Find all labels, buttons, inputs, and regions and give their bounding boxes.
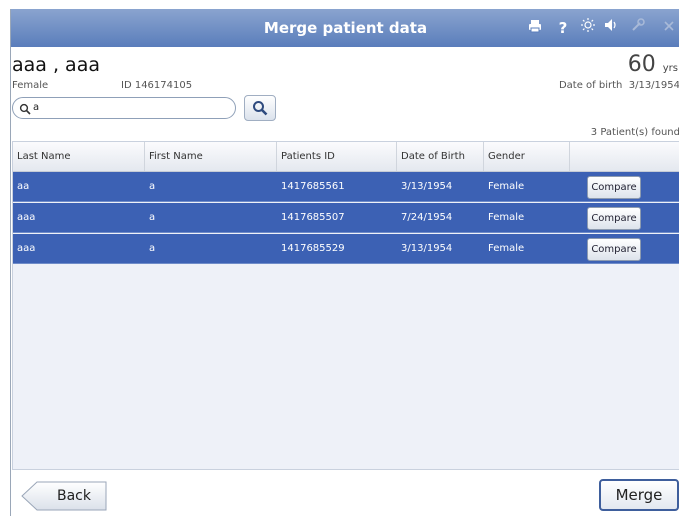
brightness-icon[interactable] (579, 18, 597, 38)
column-header-dob[interactable]: Date of Birth (397, 142, 484, 171)
cell-last-name: aa (17, 181, 30, 192)
back-label: Back (57, 488, 91, 504)
column-header-last-name[interactable]: Last Name (13, 142, 145, 171)
cell-patient-id: 1417685529 (281, 243, 345, 254)
search-icon (252, 100, 268, 120)
patient-table: Last Name First Name Patients ID Date of… (12, 141, 679, 470)
cell-first-name: a (149, 212, 156, 223)
patient-dob: Date of birth 3/13/1954 (559, 80, 679, 91)
cell-dob: 7/24/1954 (401, 212, 453, 223)
results-count: 3 Patient(s) found (590, 127, 679, 138)
cell-dob: 3/13/1954 (401, 243, 453, 254)
table-header: Last Name First Name Patients ID Date of… (13, 142, 679, 172)
patient-name: aaa , aaa (12, 54, 100, 76)
wrench-icon (629, 18, 647, 38)
column-header-gender[interactable]: Gender (484, 142, 570, 171)
cell-first-name: a (149, 243, 156, 254)
dob-value: 3/13/1954 (628, 80, 679, 91)
cell-last-name: aaa (17, 212, 36, 223)
cell-dob: 3/13/1954 (401, 181, 453, 192)
volume-icon[interactable] (603, 18, 621, 38)
help-icon[interactable]: ? (554, 18, 572, 38)
patient-id: ID 146174105 (121, 80, 193, 91)
search-input[interactable] (33, 100, 223, 115)
compare-button[interactable]: Compare (587, 238, 641, 261)
cell-patient-id: 1417685507 (281, 212, 345, 223)
search-field[interactable] (12, 97, 236, 119)
age-unit: yrs (662, 63, 678, 74)
cell-gender: Female (488, 212, 525, 223)
compare-button[interactable]: Compare (587, 176, 641, 199)
cell-gender: Female (488, 181, 525, 192)
title-bar: Merge patient data ? (11, 9, 679, 47)
merge-button[interactable]: Merge (599, 479, 679, 511)
cell-first-name: a (149, 181, 156, 192)
column-header-patient-id[interactable]: Patients ID (277, 142, 397, 171)
back-button[interactable]: Back (21, 481, 107, 511)
cell-gender: Female (488, 243, 525, 254)
cell-patient-id: 1417685561 (281, 181, 345, 192)
table-row[interactable]: aaa a 1417685529 3/13/1954 Female Compar… (13, 234, 679, 264)
column-header-first-name[interactable]: First Name (145, 142, 277, 171)
table-row[interactable]: aaa a 1417685507 7/24/1954 Female Compar… (13, 203, 679, 233)
search-icon (19, 100, 33, 115)
column-header-action (570, 142, 679, 171)
close-icon[interactable] (660, 18, 678, 38)
dob-label: Date of birth (558, 80, 623, 91)
merge-dialog: Merge patient data ? aaa , aaa Female ID… (10, 9, 679, 516)
age-value: 60 (627, 52, 656, 77)
patient-age: 60 yrs (628, 52, 678, 77)
table-row[interactable]: aa a 1417685561 3/13/1954 Female Compare (13, 172, 679, 202)
patient-gender: Female (12, 80, 49, 91)
cell-last-name: aaa (17, 243, 36, 254)
print-icon[interactable] (526, 18, 544, 38)
compare-button[interactable]: Compare (587, 207, 641, 230)
search-button[interactable] (244, 95, 276, 121)
